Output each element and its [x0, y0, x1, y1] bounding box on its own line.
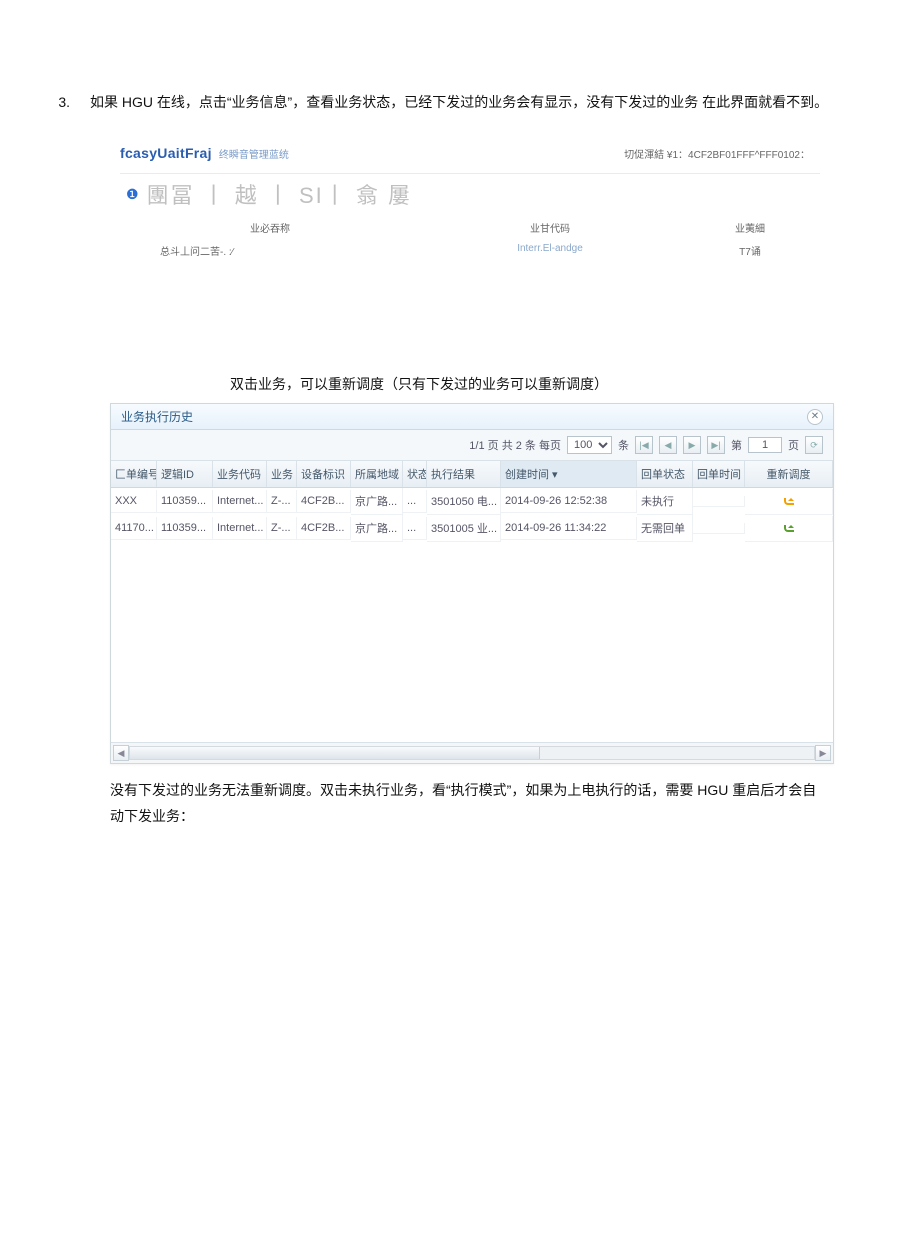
scroll-track[interactable] — [129, 746, 815, 760]
scroll-thumb[interactable] — [130, 747, 540, 759]
redeploy-instruction: 双击业务，可以重新调度（只有下发过的业务可以重新调度） — [230, 372, 870, 397]
col-biz-detail: 业荑細 — [680, 220, 820, 235]
cell: 110359... — [157, 517, 213, 540]
col-reschedule[interactable]: 重新调度 — [745, 461, 833, 487]
pager-page-input[interactable] — [748, 437, 782, 453]
app-subtitle: 终瞬音管理蓝统 — [219, 150, 289, 161]
col-reply-status[interactable]: 回单状态 — [637, 461, 693, 487]
col-order-no[interactable]: 匚单编号 — [111, 461, 157, 487]
horizontal-scrollbar[interactable]: ◀ ▶ — [111, 742, 833, 763]
history-grid: 匚单编号 逻辑ID 业务代码 业务 设备标识 所属地域 状态 执行结果 创建时间… — [111, 461, 833, 742]
tab-bar: ❶ 團冨 丨 越 丨 SI丨 翕 屢 — [120, 173, 820, 212]
pager-unit: 条 — [618, 437, 629, 453]
cell-biz-name: 总斗丄问二苦-. :∕ — [120, 243, 420, 258]
pager-prev-icon[interactable]: ◀ — [659, 436, 677, 454]
col-create-time[interactable]: 创建时间 ▾ — [501, 461, 637, 487]
cell: 4CF2B... — [297, 490, 351, 513]
cell: 3501050 电... — [427, 488, 501, 515]
cell: 京广路... — [351, 488, 403, 515]
cell: 41170... — [111, 517, 157, 540]
cell: 京广路... — [351, 515, 403, 542]
pager-bar: 1/1 页 共 2 条 每页 100 条 |◀ ◀ ▶ ▶| 第 页 ⟳ — [111, 430, 833, 461]
cell: Z-... — [267, 490, 297, 513]
pager-page-prefix: 第 — [731, 437, 742, 453]
grid-header-row: 匚单编号 逻辑ID 业务代码 业务 设备标识 所属地域 状态 执行结果 创建时间… — [111, 461, 833, 488]
step-number: 3. — [50, 90, 90, 115]
pager-first-icon[interactable]: |◀ — [635, 436, 653, 454]
pager-summary: 1/1 页 共 2 条 每页 — [469, 437, 561, 453]
scroll-left-icon[interactable]: ◀ — [113, 745, 129, 761]
cell: XXX — [111, 490, 157, 513]
panel-titlebar: 业务执行历史 ✕ — [111, 404, 833, 430]
switch-node-label: 切促渾結 ¥1：4CF2BF01FFF^FFF0102： — [624, 146, 810, 161]
col-biz[interactable]: 业务 — [267, 461, 297, 487]
scroll-right-icon[interactable]: ▶ — [815, 745, 831, 761]
execution-history-panel: 业务执行历史 ✕ 1/1 页 共 2 条 每页 100 条 |◀ ◀ ▶ ▶| … — [110, 403, 834, 764]
pager-next-icon[interactable]: ▶ — [683, 436, 701, 454]
cell-biz-code: Interr.El-andge — [420, 243, 680, 258]
cell: Z-... — [267, 517, 297, 540]
business-info-screenshot: fcasyUaitFraj 终瞬音管理蓝统 切促渾結 ¥1：4CF2BF01FF… — [120, 145, 820, 262]
note-not-issued: 没有下发过的业务无法重新调度。双击未执行业务，看“执行模式”，如果为上电执行的话… — [110, 778, 822, 828]
bizinfo-header-row: 业必吞称 业甘代码 业荑細 — [120, 216, 820, 239]
pager-go-icon[interactable]: ⟳ — [805, 436, 823, 454]
cell: 4CF2B... — [297, 517, 351, 540]
reschedule-icon[interactable] — [782, 521, 796, 533]
cell — [693, 523, 745, 534]
step-text: 如果 HGU 在线，点击“业务信息”，查看业务状态，已经下发过的业务会有显示，没… — [90, 94, 828, 110]
cell: 无需回单 — [637, 515, 693, 542]
cell: 3501005 业... — [427, 515, 501, 542]
cell: Internet... — [213, 490, 267, 513]
cell-reschedule[interactable] — [745, 489, 833, 515]
cell-biz-detail: T7诵 — [680, 243, 820, 258]
cell: 110359... — [157, 490, 213, 513]
instruction-step-3: 3.如果 HGU 在线，点击“业务信息”，查看业务状态，已经下发过的业务会有显示… — [50, 90, 870, 115]
grid-empty-area — [111, 542, 833, 742]
cell: 未执行 — [637, 488, 693, 515]
cell: Internet... — [213, 517, 267, 540]
col-reply-time[interactable]: 回单时间 — [693, 461, 745, 487]
pager-page-suffix: 页 — [788, 437, 799, 453]
app-brand: fcasyUaitFraj — [120, 145, 212, 161]
col-logic-id[interactable]: 逻辑ID — [157, 461, 213, 487]
tab-glyph-placeholder: 團冨 丨 越 丨 SI丨 翕 屢 — [147, 178, 412, 210]
col-device-id[interactable]: 设备标识 — [297, 461, 351, 487]
tab-indicator-icon: ❶ — [126, 186, 141, 203]
per-page-select[interactable]: 100 — [567, 436, 612, 454]
cell: 2014-09-26 11:34:22 — [501, 517, 637, 540]
col-biz-name: 业必吞称 — [120, 220, 420, 235]
close-icon[interactable]: ✕ — [807, 409, 823, 425]
col-biz-code[interactable]: 业务代码 — [213, 461, 267, 487]
col-exec-result[interactable]: 执行结果 — [427, 461, 501, 487]
col-region[interactable]: 所属地域 — [351, 461, 403, 487]
col-biz-code: 业甘代码 — [420, 220, 680, 235]
table-row[interactable]: 41170...110359...Internet...Z-...4CF2B..… — [111, 515, 833, 542]
cell — [693, 496, 745, 507]
col-status[interactable]: 状态 — [403, 461, 427, 487]
bizinfo-data-row: 总斗丄问二苦-. :∕ Interr.El-andge T7诵 — [120, 239, 820, 262]
pager-last-icon[interactable]: ▶| — [707, 436, 725, 454]
cell: ... — [403, 517, 427, 540]
table-row[interactable]: XXX110359...Internet...Z-...4CF2B...京广路.… — [111, 488, 833, 515]
cell: ... — [403, 490, 427, 513]
reschedule-icon[interactable] — [782, 494, 796, 506]
cell: 2014-09-26 12:52:38 — [501, 490, 637, 513]
panel-title-text: 业务执行历史 — [121, 408, 193, 425]
cell-reschedule[interactable] — [745, 516, 833, 542]
